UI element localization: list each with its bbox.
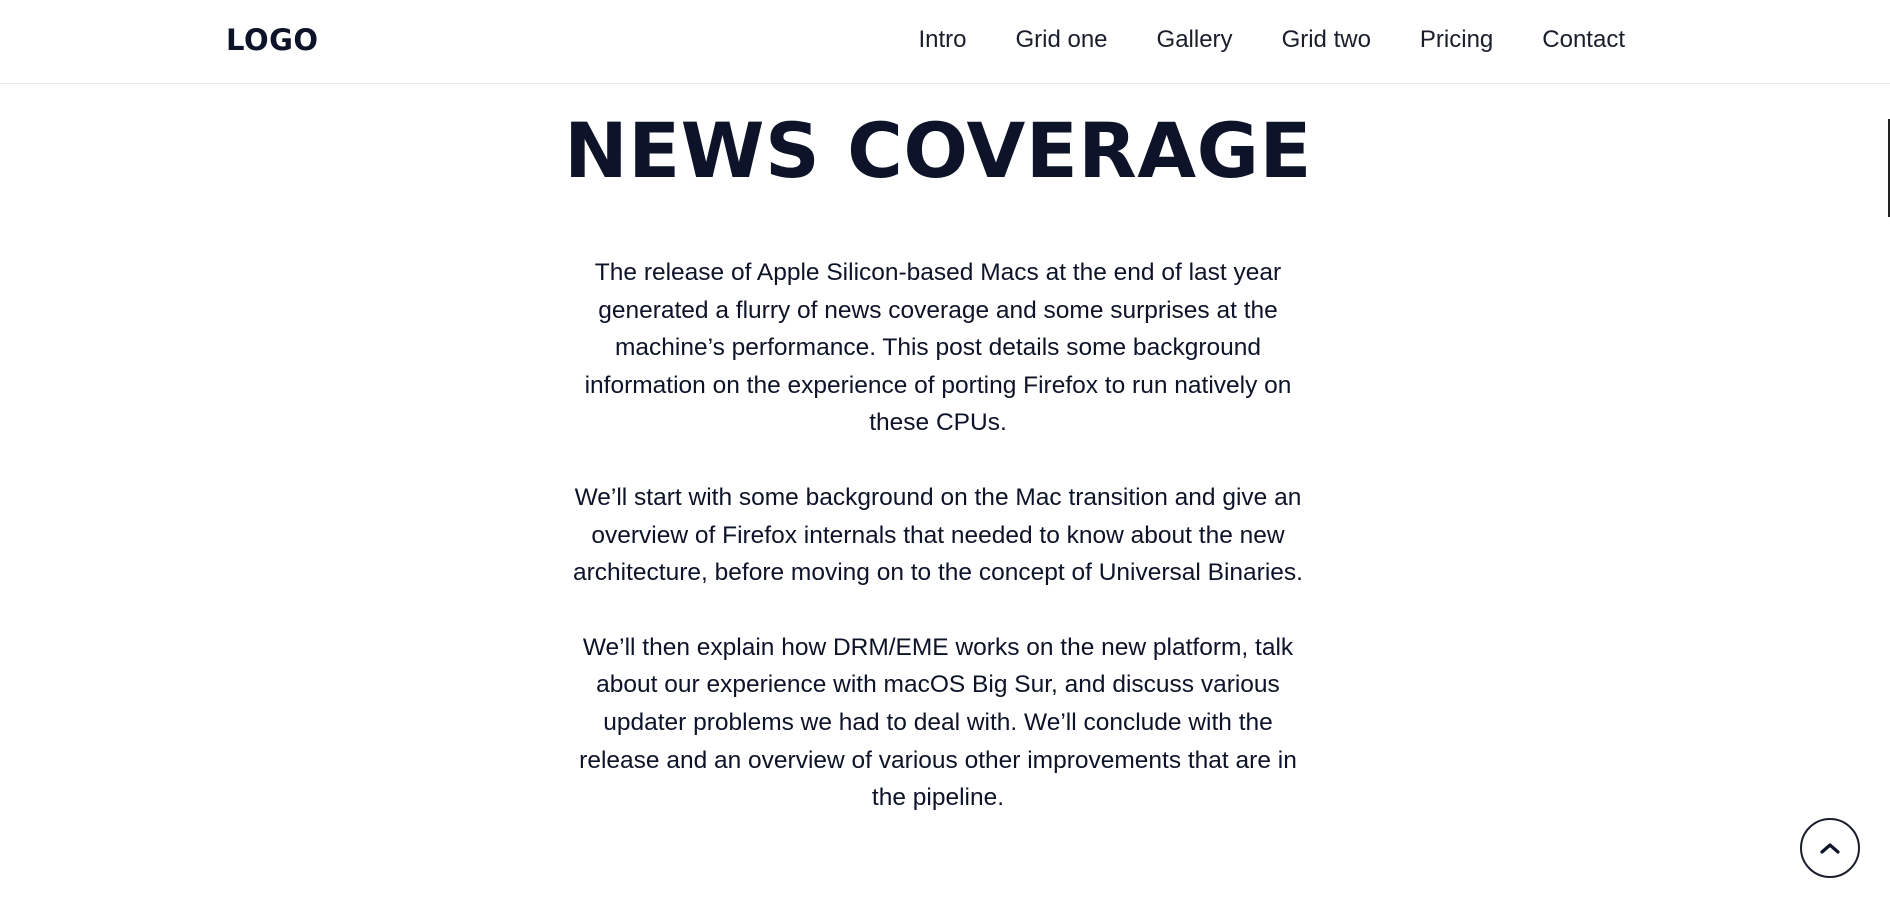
- nav-link-grid-one[interactable]: Grid one: [1015, 26, 1107, 54]
- paragraph-1: The release of Apple Silicon-based Macs …: [584, 259, 1292, 437]
- nav-link-contact[interactable]: Contact: [1542, 26, 1625, 54]
- paragraph-3: We’ll then explain how DRM/EME works on …: [579, 633, 1297, 812]
- nav-link-grid-two[interactable]: Grid two: [1282, 26, 1371, 54]
- back-to-top-button[interactable]: [1800, 818, 1860, 878]
- nav-link-gallery[interactable]: Gallery: [1157, 26, 1233, 54]
- page-title: NEWS COVERAGE: [564, 106, 1312, 195]
- nav-link-intro[interactable]: Intro: [918, 26, 966, 54]
- logo[interactable]: LOGO: [226, 23, 319, 57]
- site-header: LOGO Intro Grid one Gallery Grid two Pri…: [0, 0, 1890, 84]
- main-nav: Intro Grid one Gallery Grid two Pricing …: [918, 26, 1625, 54]
- chevron-up-icon: [1820, 843, 1840, 854]
- nav-link-pricing[interactable]: Pricing: [1420, 26, 1493, 54]
- page: LOGO Intro Grid one Gallery Grid two Pri…: [0, 0, 1890, 898]
- paragraph-2: We’ll start with some background on the …: [573, 483, 1303, 587]
- article-body: The release of Apple Silicon-based Macs …: [568, 254, 1308, 854]
